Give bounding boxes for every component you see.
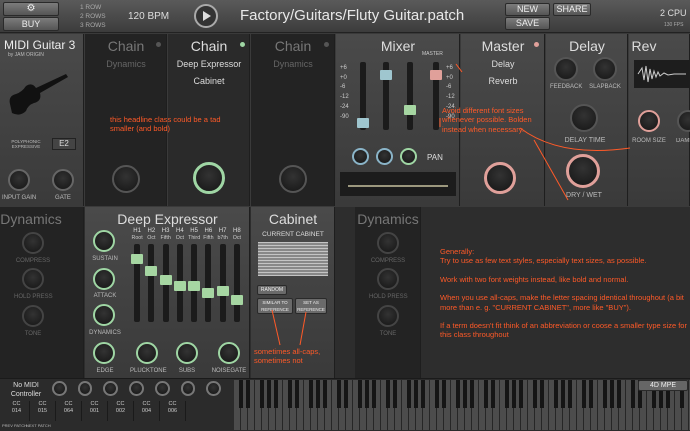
annotation-arrows (271, 63, 631, 346)
arrow-to-master-label (455, 63, 463, 73)
arrow-to-room-size (519, 127, 631, 151)
